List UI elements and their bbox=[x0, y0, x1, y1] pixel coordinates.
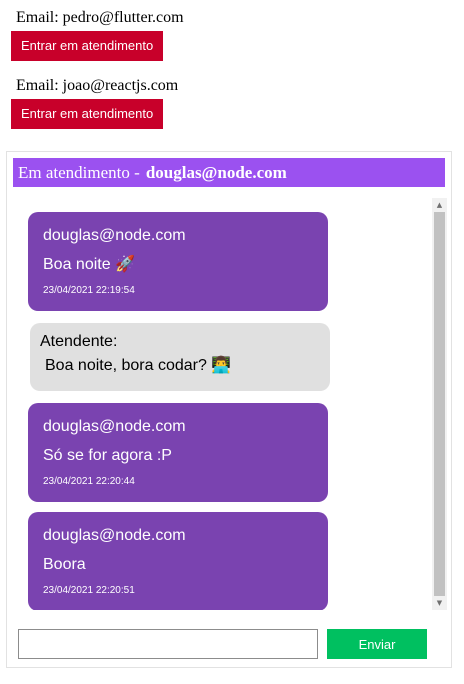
message-agent: Atendente: Boa noite, bora codar? 👨‍💻 bbox=[30, 323, 330, 391]
message-text: Só se for agora :P bbox=[43, 447, 172, 464]
scroll-thumb[interactable] bbox=[434, 212, 445, 596]
message-list[interactable]: douglas@node.com Boa noite 🚀 23/04/2021 … bbox=[18, 198, 434, 610]
message-time: 23/04/2021 22:20:44 bbox=[43, 476, 135, 487]
message-scrollbar[interactable]: ▲ ▼ bbox=[432, 198, 447, 610]
chat-header: Em atendimento - douglas@node.com bbox=[13, 158, 445, 187]
enter-attendance-button[interactable]: Entrar em atendimento bbox=[11, 99, 164, 129]
scroll-down-arrow-icon[interactable]: ▼ bbox=[432, 596, 447, 610]
message-sender: douglas@node.com bbox=[43, 527, 186, 544]
chat-panel: Em atendimento - douglas@node.com douglas… bbox=[6, 151, 452, 668]
message-sender: Atendente: bbox=[40, 333, 118, 350]
send-button[interactable]: Enviar bbox=[327, 629, 427, 659]
message-time: 23/04/2021 22:20:51 bbox=[43, 585, 135, 596]
chat-header-user: douglas@node.com bbox=[145, 163, 287, 182]
message-user: douglas@node.com Boa noite 🚀 23/04/2021 … bbox=[28, 212, 328, 311]
queue-email: Email: pedro@flutter.com bbox=[16, 9, 184, 26]
queue-email: Email: joao@reactjs.com bbox=[16, 77, 179, 94]
enter-attendance-button[interactable]: Entrar em atendimento bbox=[11, 31, 164, 61]
message-text: Boa noite 🚀 bbox=[43, 256, 135, 273]
chat-header-prefix: Em atendimento - bbox=[18, 163, 140, 182]
message-time: 23/04/2021 22:19:54 bbox=[43, 285, 135, 296]
message-user: douglas@node.com Só se for agora :P 23/0… bbox=[28, 403, 328, 502]
message-sender: douglas@node.com bbox=[43, 418, 186, 435]
message-text: Boora bbox=[43, 556, 86, 573]
queue-entry: Email: pedro@flutter.com Entrar em atend… bbox=[11, 9, 184, 61]
scroll-up-arrow-icon[interactable]: ▲ bbox=[432, 198, 447, 212]
message-user: douglas@node.com Boora 23/04/2021 22:20:… bbox=[28, 512, 328, 610]
queue-entry: Email: joao@reactjs.com Entrar em atendi… bbox=[11, 77, 178, 129]
message-input[interactable] bbox=[18, 629, 318, 659]
message-text: Boa noite, bora codar? 👨‍💻 bbox=[45, 357, 232, 374]
message-sender: douglas@node.com bbox=[43, 227, 186, 244]
